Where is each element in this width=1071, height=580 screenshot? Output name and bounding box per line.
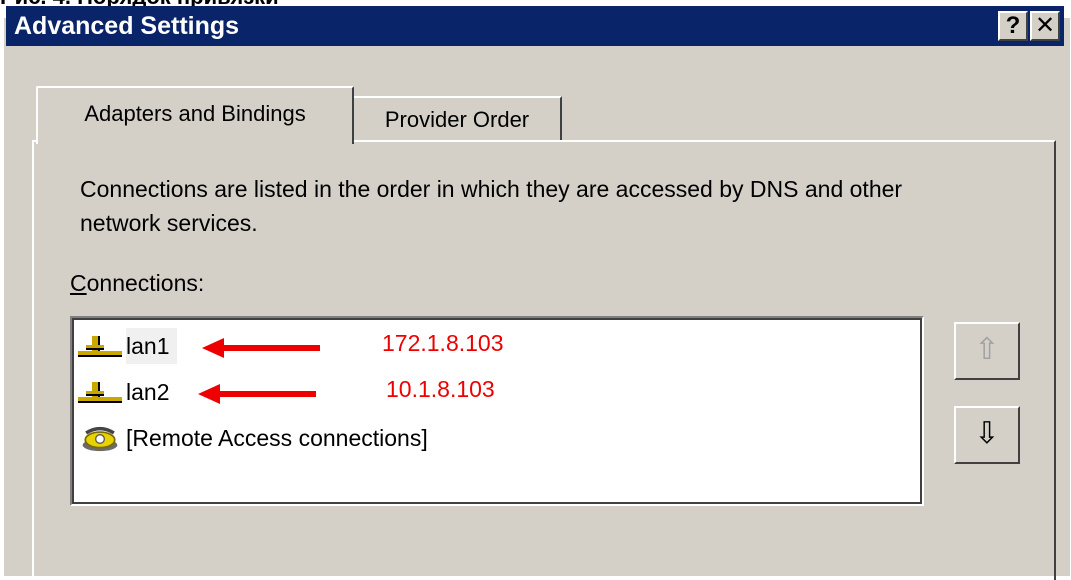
- title-bar: Advanced Settings ? ✕: [6, 6, 1064, 46]
- remote-access-phone-icon: [82, 426, 118, 452]
- network-adapter-icon: [78, 336, 122, 357]
- connections-label: Connections:: [70, 270, 205, 296]
- connection-name: lan1: [126, 328, 178, 364]
- connections-listbox[interactable]: lan1 lan2 [Remote Access connections] 17…: [70, 316, 924, 506]
- tab-label: Adapters and Bindings: [84, 101, 306, 126]
- annotation-lan1-ip: 172.1.8.103: [382, 330, 504, 356]
- tab-adapters-and-bindings[interactable]: Adapters and Bindings: [36, 86, 354, 144]
- network-adapter-icon: [78, 382, 122, 403]
- move-down-button[interactable]: ⇩: [954, 406, 1020, 464]
- help-button[interactable]: ?: [998, 11, 1028, 41]
- tab-label: Provider Order: [384, 107, 530, 132]
- connections-label-rest: onnections:: [86, 270, 205, 296]
- red-arrow-lan2: [198, 384, 316, 404]
- description-text: Connections are listed in the order in w…: [80, 176, 903, 236]
- window-title: Advanced Settings: [14, 12, 240, 40]
- move-up-button[interactable]: ⇧: [954, 322, 1020, 380]
- connection-name: lan2: [126, 379, 170, 405]
- connection-name: [Remote Access connections]: [126, 425, 428, 451]
- tab-provider-order[interactable]: Provider Order: [354, 96, 562, 140]
- red-arrow-lan1: [202, 338, 320, 358]
- annotation-lan2-ip: 10.1.8.103: [386, 376, 495, 402]
- close-button[interactable]: ✕: [1030, 11, 1060, 41]
